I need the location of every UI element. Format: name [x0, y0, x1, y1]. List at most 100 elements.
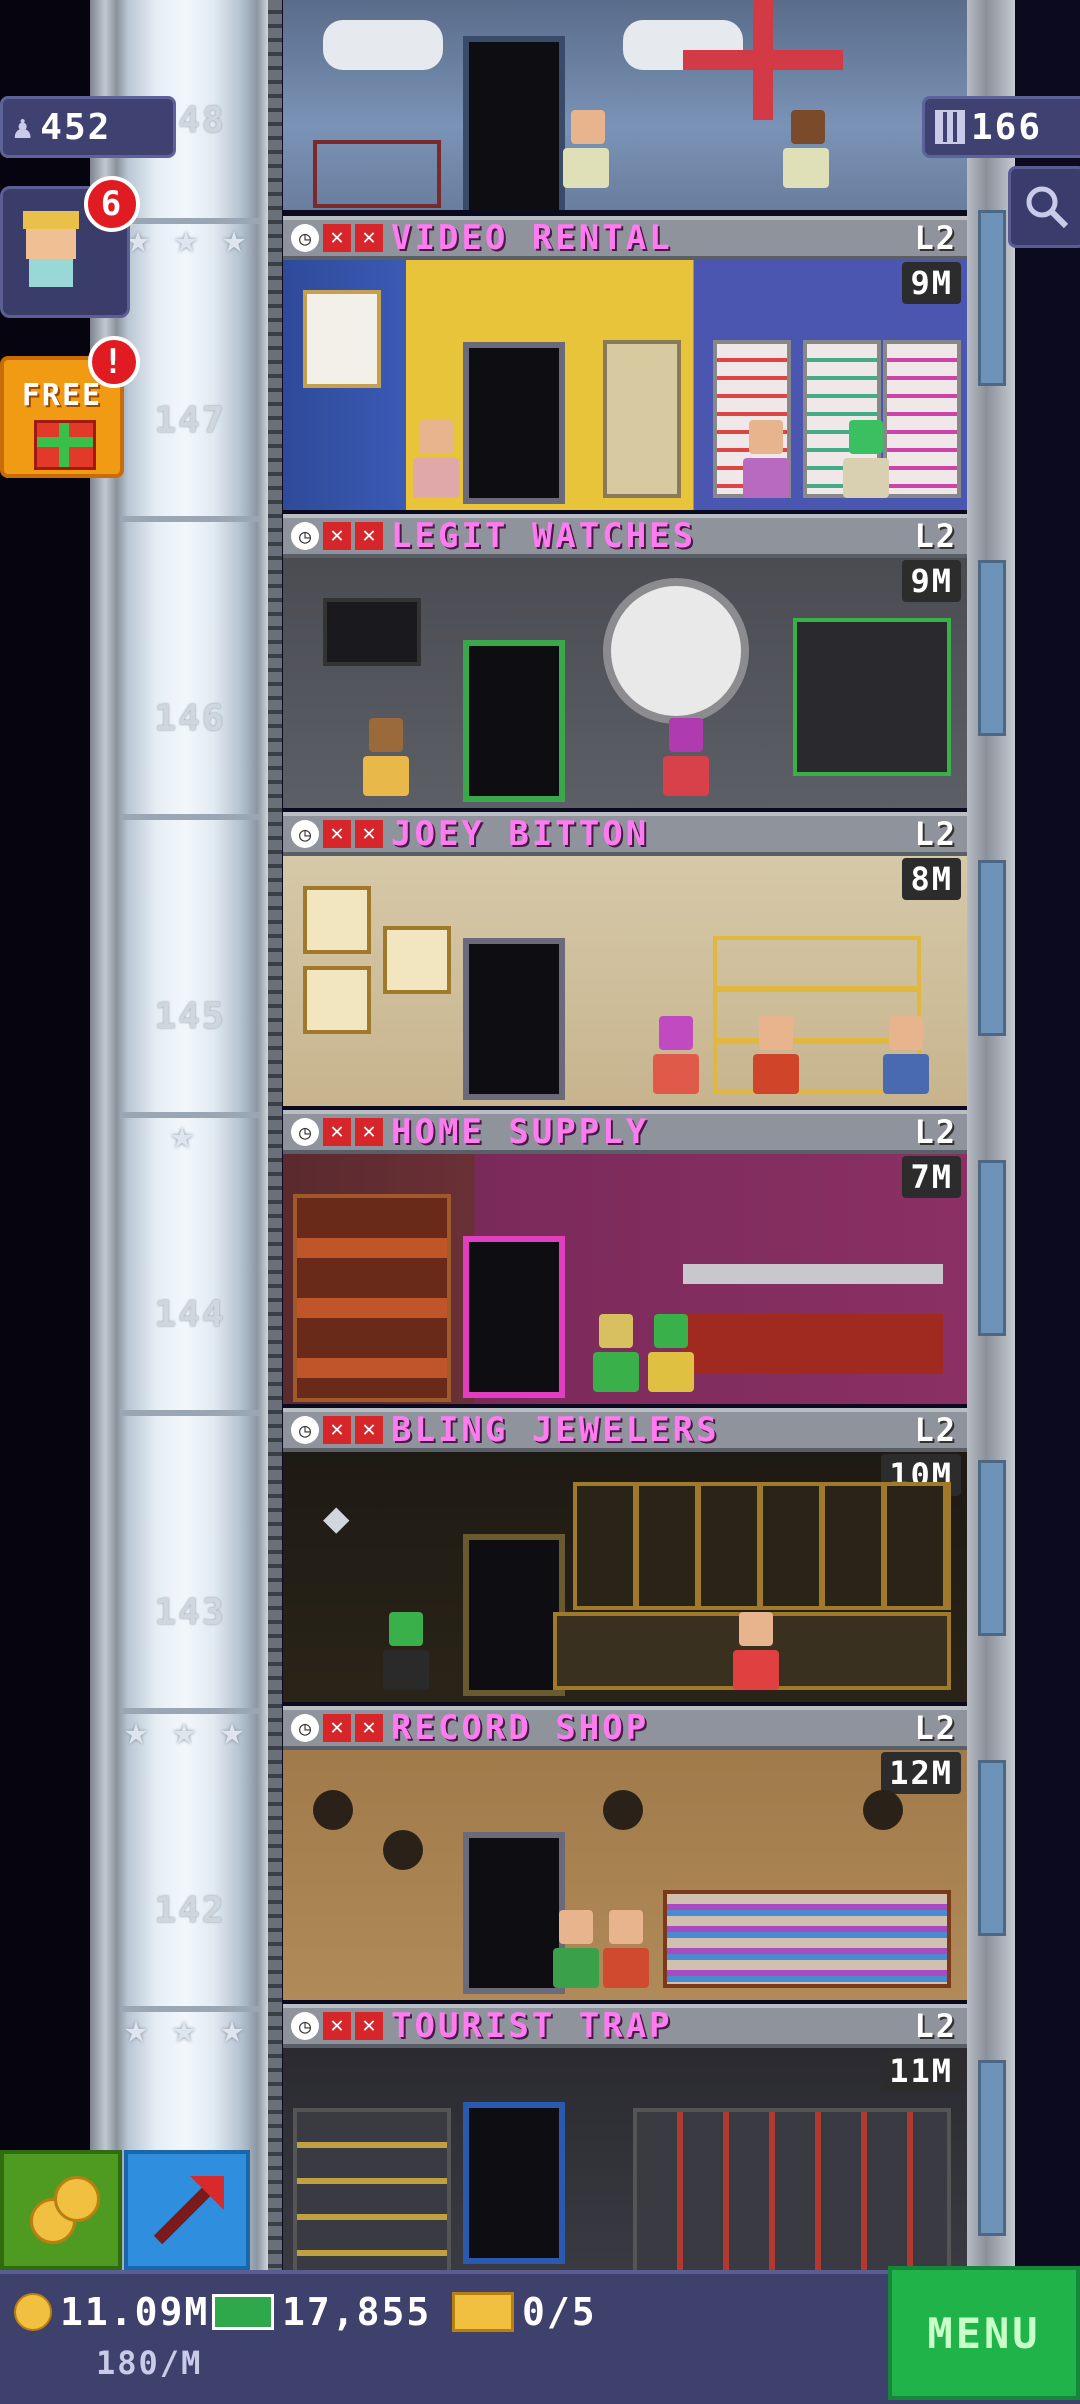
floor-header[interactable]: ◷ ✕ ✕ HOME SUPPLY L2 [283, 1110, 967, 1154]
elevator-up-button[interactable] [124, 2150, 250, 2270]
floor-header[interactable]: ◷ ✕ ✕ TOURIST TRAP L2 [283, 2004, 967, 2048]
income-badge: 12M [881, 1752, 961, 1794]
door [463, 342, 565, 504]
floor-header[interactable]: ◷ ✕ ✕ BLING JEWELERS L2 [283, 1408, 967, 1452]
population-value: 452 [40, 106, 112, 148]
floor-joey-bitton[interactable]: ◷ ✕ ✕ JOEY BITTON L2 8M [283, 812, 967, 1106]
search-button[interactable] [1008, 166, 1080, 248]
stock-empty-icon: ✕ [355, 1118, 383, 1146]
floor-legit-watches[interactable]: ◷ ✕ ✕ LEGIT WATCHES L2 9M [283, 514, 967, 808]
vinyl-record-decor [313, 1790, 353, 1830]
menu-button[interactable]: MENU [888, 2266, 1080, 2400]
stock-empty-icon: ✕ [355, 522, 383, 550]
clock-icon: ◷ [291, 522, 319, 550]
floor-count-value: 166 [971, 106, 1043, 148]
star-rating: ★ ★ ★ [126, 218, 264, 262]
clock-icon: ◷ [291, 224, 319, 252]
visitor-figure [603, 1910, 649, 1990]
building-icon [935, 110, 965, 144]
star-rating: ★ [170, 1114, 212, 1158]
star-icon: ★ [126, 216, 151, 262]
room-interior: 12M [283, 1750, 967, 2000]
vinyl-record-decor [863, 1790, 903, 1830]
floor-header[interactable]: ◷ ✕ ✕ RECORD SHOP L2 [283, 1706, 967, 1750]
clock-icon: ◷ [291, 1714, 319, 1742]
clock-icon: ◷ [291, 1118, 319, 1146]
frame-decor [383, 926, 451, 994]
visitor-figure [413, 420, 459, 500]
coins-shop-button[interactable] [0, 2150, 122, 2270]
brand-sign-decor [793, 618, 951, 776]
stock-empty-icon: ✕ [323, 522, 351, 550]
bitizen-avatar [23, 211, 85, 291]
visitor-figure [383, 1612, 429, 1692]
stock-empty-icon: ✕ [323, 1714, 351, 1742]
clock-icon: ◷ [291, 820, 319, 848]
bux-stat: 17,855 [212, 2290, 431, 2334]
floor-video-rental[interactable]: ◷ ✕ ✕ VIDEO RENTAL L2 9M [283, 216, 967, 510]
star-icon: ★ [172, 2006, 197, 2052]
giant-clock-decor [603, 578, 749, 724]
star-icon: ★ [124, 2006, 149, 2052]
vinyl-record-decor [383, 1830, 423, 1870]
shaft-floor-number: 144 [154, 1294, 226, 1335]
magnifier-icon [1026, 186, 1069, 229]
visitor-figure [563, 110, 613, 200]
visitor-figure [663, 718, 709, 798]
star-rating: ★ ★ ★ [124, 1710, 262, 1754]
visitor-figure [883, 1016, 929, 1096]
visitor-figure [648, 1314, 694, 1394]
lumber-shelf-decor [293, 1194, 451, 1402]
income-badge: 7M [902, 1156, 961, 1198]
floor-level: L2 [914, 2007, 957, 2045]
floor-bling-jewelers[interactable]: ◷ ✕ ✕ BLING JEWELERS L2 10M ◆ [283, 1408, 967, 1702]
star-icon: ★ [174, 216, 199, 262]
star-icon: ★ [172, 1708, 197, 1754]
star-icon: ★ [220, 2006, 245, 2052]
population-counter[interactable]: ♟ 452 [0, 96, 176, 158]
shaft-floor-number: 147 [154, 400, 226, 441]
floor-148-room[interactable] [283, 0, 967, 210]
notification-badge: ! [88, 336, 140, 388]
floor-level: L2 [914, 219, 957, 257]
door [463, 1832, 565, 1994]
visitor-figure [783, 110, 833, 200]
banknote-icon [212, 2294, 274, 2330]
floor-header[interactable]: ◷ ✕ ✕ VIDEO RENTAL L2 [283, 216, 967, 260]
floor-home-supply[interactable]: ◷ ✕ ✕ HOME SUPPLY L2 7M [283, 1110, 967, 1404]
floor-record-shop[interactable]: ◷ ✕ ✕ RECORD SHOP L2 12M [283, 1706, 967, 2000]
floor-count-counter[interactable]: 166 [922, 96, 1080, 158]
floor-name: TOURIST TRAP [391, 2006, 673, 2046]
windmill-decor [683, 0, 843, 120]
door [463, 2102, 565, 2264]
shaft-divider [120, 516, 260, 522]
souvenir-shelf-decor [633, 2108, 951, 2270]
poster-decor [303, 290, 381, 388]
stock-empty-icon: ✕ [323, 224, 351, 252]
tickets-stat: 0/5 [452, 2290, 597, 2334]
building-window [978, 1160, 1006, 1336]
souvenir-shelf-decor [293, 2108, 451, 2270]
shaft-floor-number: 142 [154, 1890, 226, 1931]
counter-decor [683, 1314, 943, 1374]
visitor-figure [843, 420, 889, 500]
coin-icon [54, 2176, 100, 2222]
floor-header[interactable]: ◷ ✕ ✕ LEGIT WATCHES L2 [283, 514, 967, 558]
room-interior: 9M [283, 558, 967, 808]
shaft-divider [120, 814, 260, 820]
display-case-decor [573, 1482, 951, 1610]
person-icon: ♟ [13, 108, 35, 146]
ticket-icon [452, 2292, 514, 2332]
stock-empty-icon: ✕ [323, 1416, 351, 1444]
visitor-figure [553, 1910, 599, 1990]
shelf-decor [883, 340, 961, 498]
floor-name: VIDEO RENTAL [391, 218, 673, 258]
stock-empty-icon: ✕ [355, 2012, 383, 2040]
rack-decor [313, 140, 441, 208]
shaft-floor-number: 143 [154, 1592, 226, 1633]
income-badge: 11M [881, 2050, 961, 2092]
room-interior: 9M [283, 260, 967, 510]
star-icon: ★ [170, 1112, 195, 1158]
floor-header[interactable]: ◷ ✕ ✕ JOEY BITTON L2 [283, 812, 967, 856]
floor-tourist-trap[interactable]: ◷ ✕ ✕ TOURIST TRAP L2 11M [283, 2004, 967, 2270]
